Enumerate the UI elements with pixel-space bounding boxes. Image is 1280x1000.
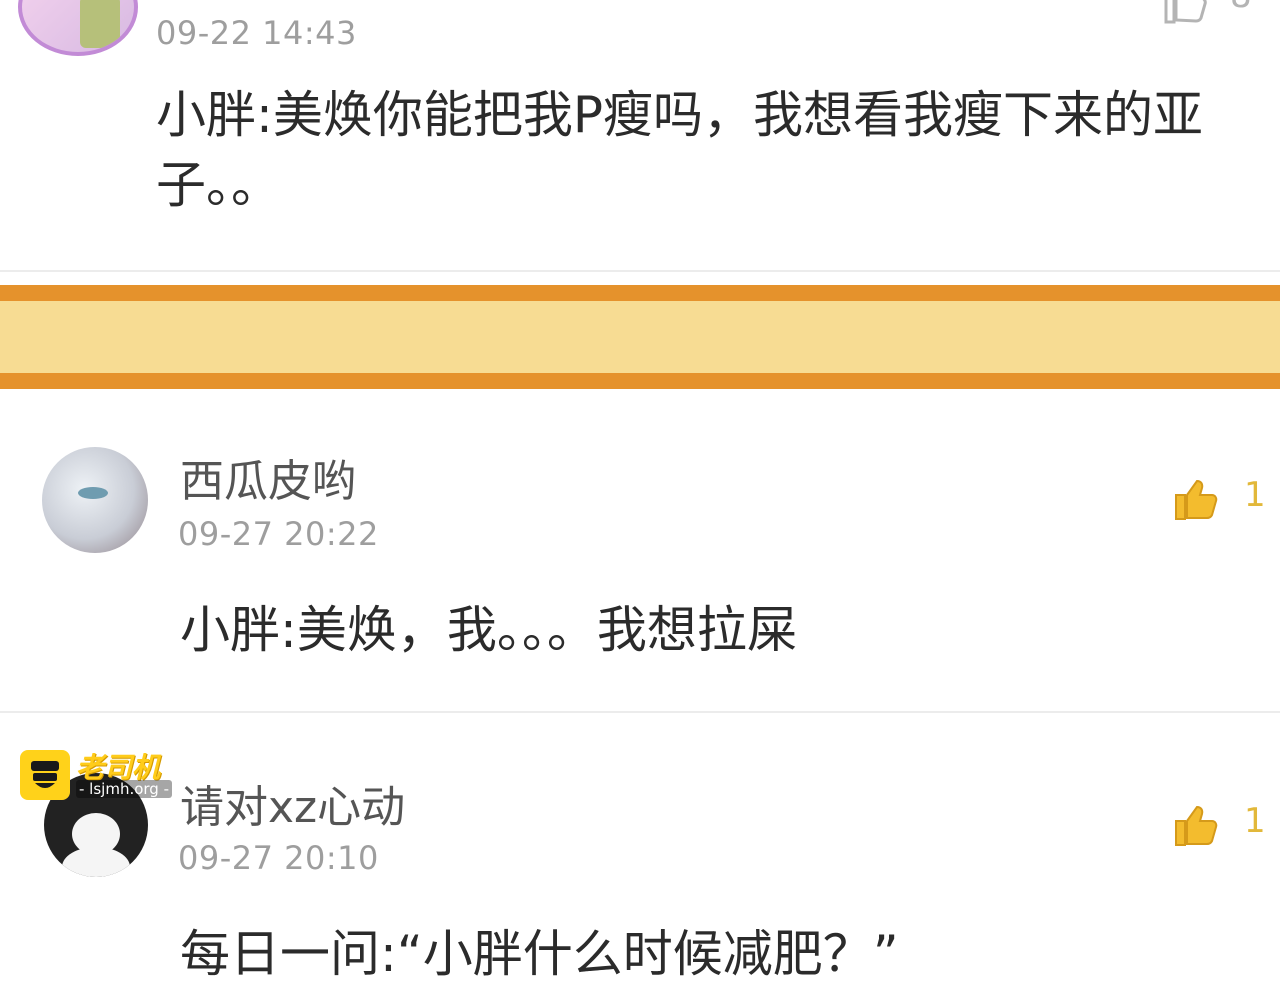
comment-text: 每日一问:“小胖什么时候减肥？” — [180, 925, 899, 983]
separator-band-top — [0, 285, 1280, 301]
username[interactable]: 请对xz心动 — [180, 771, 405, 835]
comment-text: 小胖:美焕，我。。。我想拉屎 — [180, 601, 797, 659]
comment-timestamp: 09-22 14:43 — [156, 14, 357, 52]
comment-timestamp: 09-27 20:10 — [178, 839, 379, 877]
comment-1: 09-22 14:43 8 小胖:美焕你能把我P瘦吗，我想看我瘦下来的亚子。。 — [0, 0, 1280, 270]
like-button[interactable]: 1 — [1172, 475, 1272, 525]
comment-timestamp: 09-27 20:22 — [178, 515, 379, 553]
avatar[interactable] — [18, 0, 138, 56]
separator-band-middle — [0, 301, 1280, 373]
comment-text: 小胖:美焕你能把我P瘦吗，我想看我瘦下来的亚子。。 — [156, 86, 1203, 214]
watermark: 老司机 - lsjmh.org - — [20, 750, 190, 802]
divider — [0, 270, 1280, 272]
username[interactable]: 西瓜皮哟 — [180, 445, 356, 509]
like-button[interactable]: 1 — [1172, 801, 1272, 851]
watermark-url: - lsjmh.org - — [76, 780, 172, 798]
thumbs-up-icon — [1175, 479, 1218, 520]
thumbs-up-icon — [1164, 0, 1207, 24]
thumbs-up-icon — [1175, 805, 1218, 846]
like-button[interactable]: 8 — [1160, 0, 1270, 24]
like-count: 8 — [1230, 0, 1252, 16]
watermark-logo-icon — [20, 750, 70, 800]
like-count: 1 — [1244, 475, 1266, 515]
comment-3: 请对xz心动 09-27 20:10 1 每日一问:“小胖什么时候减肥？” — [0, 713, 1280, 1000]
avatar[interactable] — [42, 447, 148, 553]
comment-2: 西瓜皮哟 09-27 20:22 1 小胖:美焕，我。。。我想拉屎 — [0, 389, 1280, 711]
separator-band-bottom — [0, 373, 1280, 389]
like-count: 1 — [1244, 801, 1266, 841]
